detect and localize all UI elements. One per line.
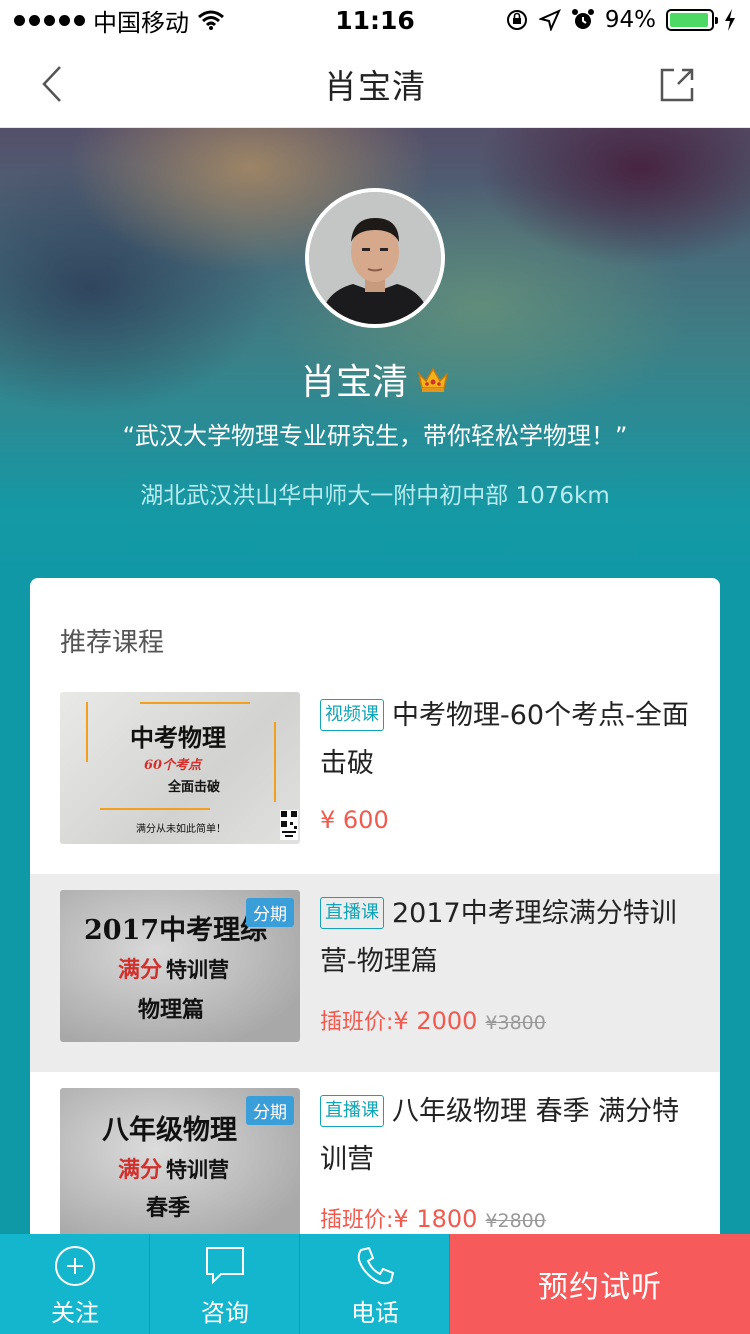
profile-location: 湖北武汉洪山华中师大一附中初中部 1076km bbox=[140, 483, 610, 509]
charging-icon bbox=[725, 9, 735, 31]
course-price: 插班价:¥ 1800 ¥2800 bbox=[320, 1202, 546, 1234]
status-time: 11:16 bbox=[335, 5, 415, 35]
price-value: ¥ 600 bbox=[320, 806, 389, 834]
chat-bubble-icon bbox=[205, 1247, 244, 1285]
thumb-line: 2017中考理综 bbox=[84, 915, 268, 946]
course-price: 插班价:¥ 2000 ¥3800 bbox=[320, 1004, 546, 1036]
profile-name-row: 肖宝清 bbox=[0, 353, 750, 405]
installment-badge: 分期 bbox=[246, 898, 294, 927]
course-type-tag: 视频课 bbox=[320, 699, 384, 731]
page-title: 肖宝清 bbox=[324, 66, 426, 106]
carrier-label: 中国移动 bbox=[93, 8, 189, 37]
price-value: ¥ 1800 bbox=[393, 1205, 478, 1233]
thumb-line: 特训营 bbox=[166, 957, 229, 982]
teacher-photo bbox=[309, 192, 441, 324]
bottom-action-bar: 关注 咨询 电话 预约试听 bbox=[0, 1234, 750, 1334]
navigation-bar: 肖宝清 bbox=[0, 40, 750, 128]
follow-button[interactable]: 关注 bbox=[0, 1234, 150, 1334]
qr-code-icon bbox=[280, 810, 298, 840]
thumb-line: 特训营 bbox=[166, 1157, 229, 1182]
course-info: 直播课 2017中考理综满分特训营-物理篇 bbox=[320, 890, 695, 986]
profile-motto: “武汉大学物理专业研究生，带你轻松学物理！” bbox=[122, 422, 628, 450]
course-item[interactable]: 2017中考理综 满分 特训营 物理篇 分期 直播课 2017中考理综满分特训营-… bbox=[30, 874, 720, 1072]
thumb-line: 满分从未如此简单！ bbox=[136, 824, 226, 835]
battery-percent: 94% bbox=[604, 7, 656, 33]
wifi-icon bbox=[198, 10, 224, 30]
original-price: ¥2800 bbox=[485, 1210, 546, 1232]
crown-icon bbox=[417, 367, 449, 392]
price-value: ¥ 2000 bbox=[393, 1007, 478, 1035]
thumb-line: 春季 bbox=[146, 1195, 191, 1221]
course-thumbnail: 中考物理 60个考点 全面击破 满分从未如此简单！ bbox=[60, 692, 300, 844]
course-info: 直播课 八年级物理 春季 满分特训营 bbox=[320, 1088, 695, 1184]
section-title: 推荐课程 bbox=[60, 628, 165, 658]
course-info: 视频课 中考物理-60个考点-全面击破 bbox=[320, 692, 695, 788]
back-button[interactable] bbox=[30, 60, 74, 108]
share-button[interactable] bbox=[656, 62, 700, 106]
thumb-line: 八年级物理 bbox=[102, 1115, 237, 1146]
price-label: 插班价: bbox=[320, 1208, 394, 1233]
course-title: 直播课 八年级物理 春季 满分特训营 bbox=[320, 1088, 695, 1184]
plus-circle-icon bbox=[54, 1246, 95, 1286]
thumb-line: 满分 bbox=[118, 1157, 163, 1183]
course-type-tag: 直播课 bbox=[320, 1095, 384, 1127]
status-left: 中国移动 bbox=[14, 3, 274, 38]
price-label: 插班价: bbox=[320, 1010, 394, 1035]
phone-button[interactable]: 电话 bbox=[300, 1234, 450, 1334]
location-arrow-icon bbox=[538, 9, 561, 31]
course-thumbnail: 八年级物理 满分 特训营 春季 分期 bbox=[60, 1088, 300, 1240]
course-price: ¥ 600 bbox=[320, 806, 389, 834]
original-price: ¥3800 bbox=[485, 1012, 546, 1034]
thumb-line: 满分 bbox=[118, 957, 163, 983]
thumb-line: 物理篇 bbox=[138, 997, 205, 1023]
book-trial-button[interactable]: 预约试听 bbox=[450, 1234, 750, 1334]
recommended-courses-card: 推荐课程 中考物理 60个考点 全面击破 满分从未如此简单！ 视频课 中考物理-6… bbox=[30, 578, 720, 1334]
status-bar: 中国移动 11:16 94% bbox=[0, 0, 750, 40]
course-thumbnail: 2017中考理综 满分 特训营 物理篇 分期 bbox=[60, 890, 300, 1042]
installment-badge: 分期 bbox=[246, 1096, 294, 1125]
course-item[interactable]: 中考物理 60个考点 全面击破 满分从未如此简单！ 视频课 中考物理-60个考点-… bbox=[30, 676, 720, 874]
course-type-tag: 直播课 bbox=[320, 897, 384, 929]
thumb-line: 全面击破 bbox=[168, 780, 221, 795]
avatar bbox=[305, 188, 445, 328]
course-title: 直播课 2017中考理综满分特训营-物理篇 bbox=[320, 890, 695, 986]
consult-label: 咨询 bbox=[201, 1299, 249, 1327]
course-title: 视频课 中考物理-60个考点-全面击破 bbox=[320, 692, 695, 788]
share-icon bbox=[660, 68, 694, 102]
phone-icon bbox=[357, 1246, 394, 1285]
follow-label: 关注 bbox=[51, 1299, 99, 1327]
consult-button[interactable]: 咨询 bbox=[150, 1234, 300, 1334]
orientation-lock-icon bbox=[506, 10, 527, 30]
battery-icon bbox=[666, 9, 718, 31]
status-right: 94% bbox=[476, 7, 736, 33]
thumb-line: 60个考点 bbox=[144, 758, 202, 773]
profile-name: 肖宝清 bbox=[299, 362, 408, 403]
thumb-line: 中考物理 bbox=[130, 723, 226, 752]
alarm-icon bbox=[571, 9, 594, 29]
signal-strength-icon bbox=[14, 14, 85, 26]
profile-header: 肖宝清 “武汉大学物理专业研究生，带你轻松学物理！” 湖北武汉洪山华中师大一附中… bbox=[0, 128, 750, 608]
chevron-left-icon bbox=[42, 66, 61, 102]
phone-label: 电话 bbox=[351, 1299, 399, 1327]
